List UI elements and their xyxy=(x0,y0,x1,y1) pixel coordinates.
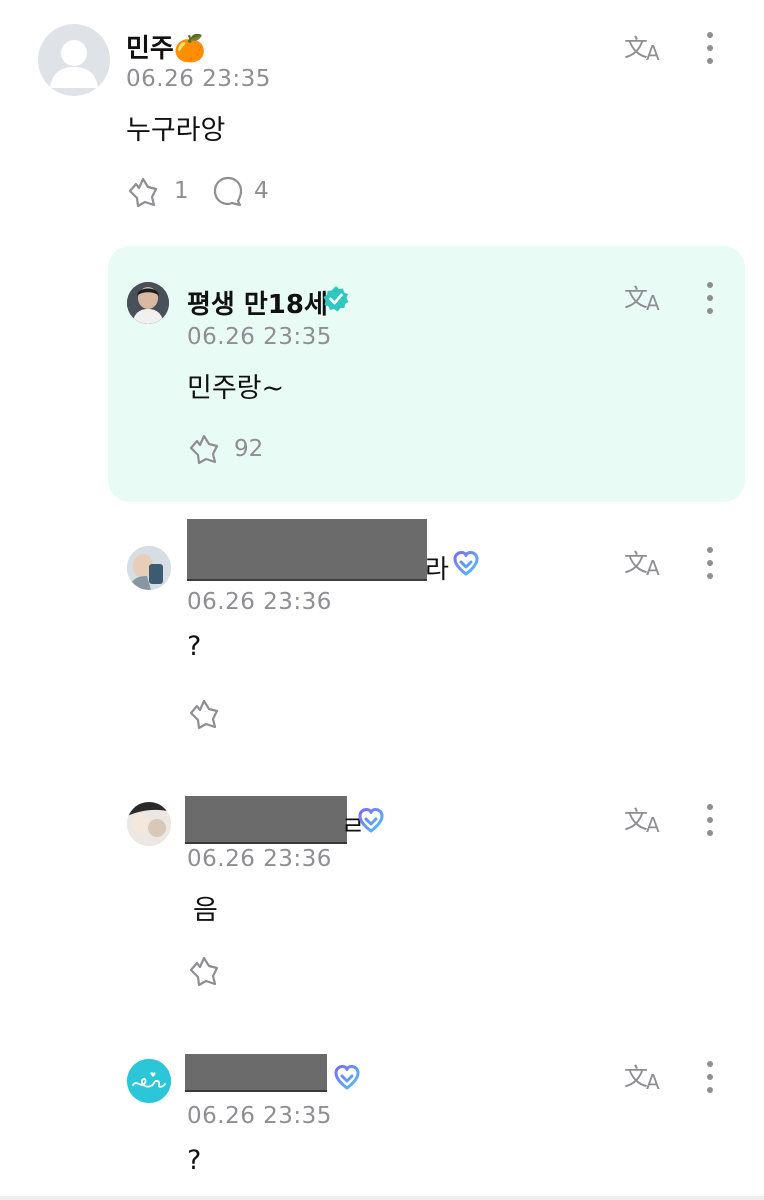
comment-author[interactable]: 민주🍊 xyxy=(126,28,206,65)
translate-icon[interactable]: 文A xyxy=(624,1059,668,1094)
more-options-icon[interactable] xyxy=(704,804,716,840)
membership-badge-icon xyxy=(452,549,480,577)
translate-icon[interactable]: 文A xyxy=(624,30,668,65)
comment-time: 06.26 23:35 xyxy=(126,66,271,92)
translate-icon[interactable]: 文A xyxy=(624,545,668,580)
membership-badge-icon xyxy=(333,1063,361,1091)
translate-icon[interactable]: 文A xyxy=(624,802,668,837)
reply-text: 음 xyxy=(193,895,218,926)
reply-bubble-icon[interactable] xyxy=(212,174,244,208)
bottom-divider xyxy=(0,1196,764,1200)
reply-text: ? xyxy=(187,1145,202,1176)
reply-text: 민주랑~ xyxy=(187,373,285,404)
more-options-icon[interactable] xyxy=(704,32,716,68)
svg-text:文: 文 xyxy=(624,806,648,834)
like-count: 1 xyxy=(174,178,189,204)
profile-photo-icon xyxy=(127,802,171,846)
svg-text:A: A xyxy=(646,556,660,579)
svg-text:文: 文 xyxy=(624,549,648,577)
more-options-icon[interactable] xyxy=(704,282,716,318)
avatar[interactable] xyxy=(38,24,110,96)
svg-text:A: A xyxy=(646,1070,660,1093)
like-icon[interactable] xyxy=(187,432,223,466)
membership-badge-icon xyxy=(357,806,385,834)
svg-text:A: A xyxy=(646,291,660,314)
verified-badge-icon xyxy=(322,285,350,313)
more-options-icon[interactable] xyxy=(704,547,716,583)
svg-text:文: 文 xyxy=(624,1063,648,1091)
like-count: 92 xyxy=(234,436,264,462)
reply-time: 06.26 23:36 xyxy=(187,589,332,615)
svg-text:文: 文 xyxy=(624,284,648,312)
reply-author-suffix[interactable]: 라 xyxy=(425,549,449,586)
like-icon[interactable] xyxy=(187,697,223,731)
translate-icon[interactable]: 文A xyxy=(624,280,668,315)
svg-text:A: A xyxy=(646,813,660,836)
like-icon[interactable] xyxy=(187,954,223,988)
profile-photo-icon xyxy=(127,546,171,590)
redacted-username xyxy=(185,796,347,842)
reply-count: 4 xyxy=(254,178,269,204)
avatar[interactable] xyxy=(127,802,171,846)
redacted-username xyxy=(187,519,427,579)
more-options-icon[interactable] xyxy=(704,1061,716,1097)
redacted-username xyxy=(185,1054,327,1090)
reply-text: ? xyxy=(187,631,202,662)
avatar[interactable] xyxy=(127,546,171,590)
reply-time: 06.26 23:35 xyxy=(187,1103,332,1129)
reply-author[interactable]: 평생 만18세 xyxy=(187,284,328,321)
comment-text: 누구라앙 xyxy=(126,115,226,146)
svg-text:A: A xyxy=(646,41,660,64)
profile-photo-icon xyxy=(127,282,169,324)
like-icon[interactable] xyxy=(126,175,162,209)
reply-time: 06.26 23:36 xyxy=(187,846,332,872)
profile-photo-icon xyxy=(127,1059,171,1103)
avatar[interactable] xyxy=(127,1059,171,1103)
default-avatar-icon xyxy=(50,40,98,88)
svg-text:文: 文 xyxy=(624,34,648,62)
avatar[interactable] xyxy=(127,282,169,324)
reply-time: 06.26 23:35 xyxy=(187,324,332,350)
